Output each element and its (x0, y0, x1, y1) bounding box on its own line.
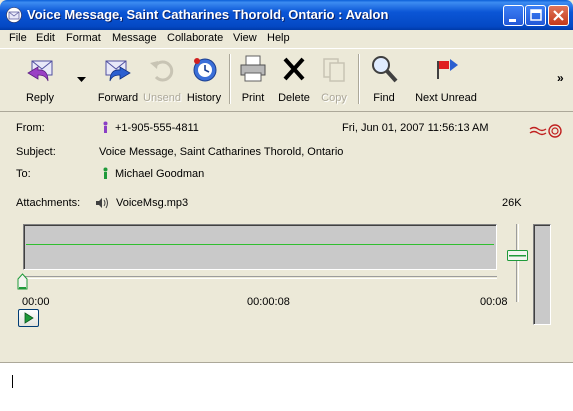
message-header: From: +1-905-555-4811 Fri, Jun 01, 2007 … (0, 113, 573, 363)
forward-label: Forward (97, 92, 139, 104)
minimize-icon (509, 19, 516, 22)
message-body-editor[interactable] (0, 364, 573, 411)
window-title: Voice Message, Saint Catharines Thorold,… (27, 7, 389, 22)
envelope-app-icon (6, 7, 22, 23)
text-caret (12, 375, 13, 388)
volume-slider-thumb[interactable] (507, 250, 528, 261)
delete-button[interactable]: Delete (275, 49, 313, 109)
person-purple-icon (103, 121, 108, 133)
minimize-button[interactable] (503, 5, 524, 26)
history-label: History (186, 92, 222, 104)
subject-label: Subject: (16, 146, 56, 158)
speaker-icon (96, 197, 108, 209)
position-slider-track[interactable] (23, 276, 497, 279)
print-button[interactable]: Print (235, 49, 271, 109)
next-unread-icon (437, 59, 458, 79)
waveform-line (26, 244, 494, 245)
unsend-button[interactable]: Unsend (142, 49, 182, 109)
toolbar-overflow-button[interactable]: » (557, 71, 564, 85)
delete-x-icon (283, 57, 305, 81)
copy-label: Copy (321, 92, 347, 104)
find-label: Find (373, 92, 395, 104)
from-label: From: (16, 122, 45, 134)
person-green-icon (103, 167, 108, 179)
printer-icon (240, 55, 266, 82)
title-bar: Voice Message, Saint Catharines Thorold,… (0, 0, 573, 30)
unsend-label: Unsend (143, 92, 181, 104)
menu-collaborate[interactable]: Collaborate (167, 32, 223, 44)
menu-help[interactable]: Help (267, 32, 290, 44)
play-button[interactable] (18, 309, 39, 327)
time-end: 00:08 (480, 296, 508, 308)
reply-dropdown[interactable] (74, 49, 90, 109)
play-icon (24, 312, 34, 324)
forward-icon (105, 60, 131, 82)
date-value: Fri, Jun 01, 2007 11:56:13 AM (342, 122, 489, 134)
menu-edit[interactable]: Edit (36, 32, 55, 44)
print-label: Print (241, 92, 265, 104)
attachments-label: Attachments: (16, 197, 81, 209)
from-value[interactable]: +1-905-555-4811 (115, 122, 199, 134)
toolbar-separator (229, 54, 231, 104)
menu-format[interactable]: Format (66, 32, 101, 44)
menu-view[interactable]: View (233, 32, 257, 44)
copy-button[interactable]: Copy (316, 49, 352, 109)
voicemail-stamp-icon (529, 124, 562, 138)
attachment-name[interactable]: VoiceMsg.mp3 (116, 197, 188, 209)
level-meter (533, 224, 551, 325)
delete-label: Delete (278, 92, 310, 104)
volume-slider-track[interactable] (516, 224, 519, 302)
time-start: 00:00 (22, 296, 50, 308)
position-slider-thumb[interactable] (17, 273, 28, 290)
waveform-display (23, 224, 497, 270)
to-label: To: (16, 168, 31, 180)
reply-button[interactable]: Reply (18, 49, 62, 109)
magnifier-icon (372, 56, 398, 83)
to-value[interactable]: Michael Goodman (115, 168, 204, 180)
subject-value: Voice Message, Saint Catharines Thorold,… (99, 146, 344, 158)
next-unread-label: Next Unread (415, 92, 477, 104)
next-unread-button[interactable]: Next Unread (412, 49, 480, 109)
chevron-down-icon (77, 77, 86, 82)
reply-icon (27, 60, 53, 82)
history-button[interactable]: History (184, 49, 224, 109)
menu-bar: File Edit Format Message Collaborate Vie… (0, 30, 573, 48)
menu-message[interactable]: Message (112, 32, 157, 44)
close-icon (553, 10, 564, 21)
toolbar: Reply Forward Unsend History Print Delet… (0, 48, 573, 112)
history-icon (193, 58, 217, 82)
find-button[interactable]: Find (366, 49, 402, 109)
close-button[interactable] (548, 5, 569, 26)
time-current: 00:00:08 (247, 296, 290, 308)
menu-file[interactable]: File (9, 32, 27, 44)
copy-icon (323, 58, 345, 82)
attachment-size: 26K (502, 197, 522, 209)
maximize-icon (530, 9, 542, 21)
unsend-icon (150, 60, 174, 82)
maximize-button[interactable] (525, 5, 546, 26)
forward-button[interactable]: Forward (94, 49, 142, 109)
reply-label: Reply (25, 92, 55, 104)
toolbar-separator (358, 54, 360, 104)
